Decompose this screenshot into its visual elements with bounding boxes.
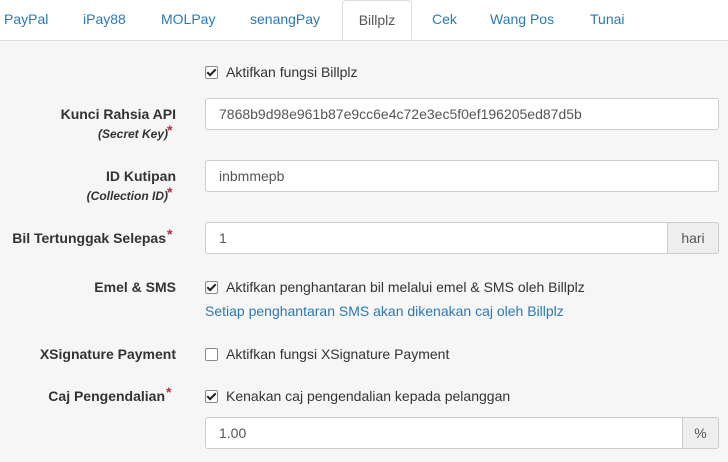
overdue-required-marker: * [167, 226, 173, 242]
email-sms-checkbox-label: Aktifkan penghantaran bil melalui emel &… [226, 279, 585, 295]
handling-fee-required-marker: * [166, 384, 172, 400]
tab-wang-pos[interactable]: Wang Pos [490, 0, 554, 39]
tab-paypal[interactable]: PayPal [4, 0, 48, 39]
secret-key-sublabel: (Secret Key) [97, 127, 168, 141]
collection-id-input[interactable]: inbmmepb [205, 160, 719, 192]
xsignature-checkbox-label: Aktifkan fungsi XSignature Payment [226, 346, 450, 362]
handling-fee-label: Caj Pengendalian [48, 388, 165, 404]
collection-id-label: ID Kutipan [106, 168, 176, 184]
payment-tabs: PayPal iPay88 MOLPay senangPay Billplz C… [0, 0, 728, 41]
overdue-days-input[interactable]: 1 [205, 222, 668, 254]
tab-tunai[interactable]: Tunai [590, 0, 625, 39]
sms-charge-help-text: Setiap penghantaran SMS akan dikenakan c… [205, 303, 564, 319]
xsignature-checkbox[interactable] [205, 348, 218, 361]
collection-id-required-marker: * [167, 184, 173, 200]
secret-key-label: Kunci Rahsia API [60, 106, 176, 122]
email-sms-checkbox[interactable] [205, 281, 218, 294]
handling-fee-input[interactable]: 1.00 [205, 417, 683, 449]
billplz-settings-form: Aktifkan fungsi Billplz Kunci Rahsia API… [0, 41, 728, 462]
percent-addon: % [682, 417, 719, 449]
overdue-label: Bil Tertunggak Selepas [12, 230, 166, 246]
tab-ipay88[interactable]: iPay88 [83, 0, 126, 39]
collection-id-sublabel: (Collection ID) [86, 189, 168, 203]
tab-senangpay[interactable]: senangPay [250, 0, 320, 39]
enable-billplz-label: Aktifkan fungsi Billplz [226, 64, 358, 80]
handling-fee-checkbox[interactable] [205, 390, 218, 403]
tab-molpay[interactable]: MOLPay [161, 0, 215, 39]
xsignature-label: XSignature Payment [39, 346, 176, 362]
handling-fee-checkbox-label: Kenakan caj pengendalian kepada pelangga… [226, 388, 511, 404]
secret-key-input[interactable]: 7868b9d98e961b87e9cc6e4c72e3ec5f0ef19620… [205, 98, 719, 130]
email-sms-label: Emel & SMS [94, 279, 176, 295]
enable-billplz-checkbox[interactable] [205, 66, 218, 79]
tab-cek[interactable]: Cek [432, 0, 457, 39]
days-addon: hari [667, 222, 719, 254]
secret-key-required-marker: * [167, 122, 173, 138]
tab-billplz[interactable]: Billplz [342, 0, 412, 40]
